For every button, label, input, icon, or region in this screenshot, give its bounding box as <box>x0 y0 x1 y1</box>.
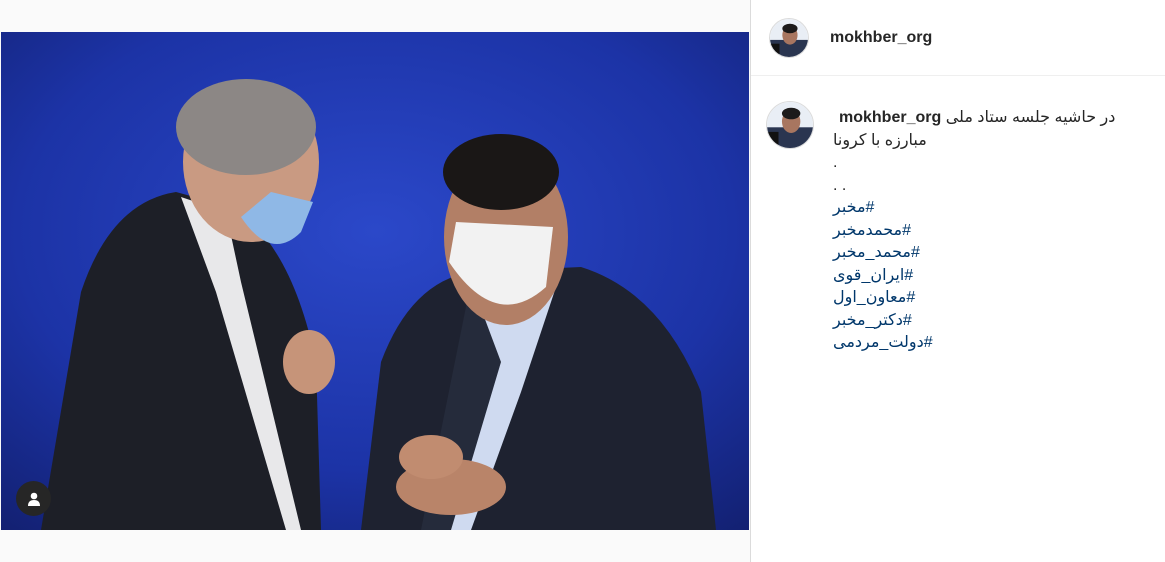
post-header: mokhber_org <box>751 0 1165 76</box>
caption-avatar[interactable] <box>766 101 814 149</box>
user-tag-icon <box>27 492 40 506</box>
avatar-image <box>767 102 813 148</box>
caption-line-1: در حاشیه جلسه ستاد ملی <box>945 109 1116 126</box>
hashtag-link[interactable]: #ایران_قوی <box>833 265 1133 288</box>
hashtag-link[interactable]: #دکتر_مخبر <box>833 310 1133 333</box>
header-username[interactable]: mokhber_org <box>830 29 932 47</box>
avatar-image <box>770 19 808 57</box>
caption-dot-line: . <box>833 154 838 171</box>
caption-text: در حاشیه جلسه ستاد ملی mokhber_org مبارز… <box>833 107 1133 355</box>
hashtag-link[interactable]: #دولت_مردمی <box>833 332 1133 355</box>
caption-line-2: مبارزه با کرونا <box>833 131 927 149</box>
user-tag-button[interactable] <box>16 481 51 516</box>
caption-dots-line: . . <box>833 176 847 194</box>
caption-username[interactable]: mokhber_org <box>839 109 941 126</box>
hashtag-link[interactable]: #معاون_اول <box>833 287 1133 310</box>
hashtag-link[interactable]: #محمد_مخبر <box>833 242 1133 265</box>
post-details-pane: mokhber_org در حاشیه جلسه ستاد ملی mokhb… <box>751 0 1165 562</box>
post-photo[interactable] <box>1 32 749 530</box>
profile-avatar[interactable] <box>769 18 809 58</box>
post-photo-illustration <box>1 32 749 530</box>
hashtag-link[interactable]: #مخبر <box>833 197 1133 220</box>
post-media-pane <box>0 0 750 562</box>
hashtag-link[interactable]: #محمدمخبر <box>833 220 1133 243</box>
